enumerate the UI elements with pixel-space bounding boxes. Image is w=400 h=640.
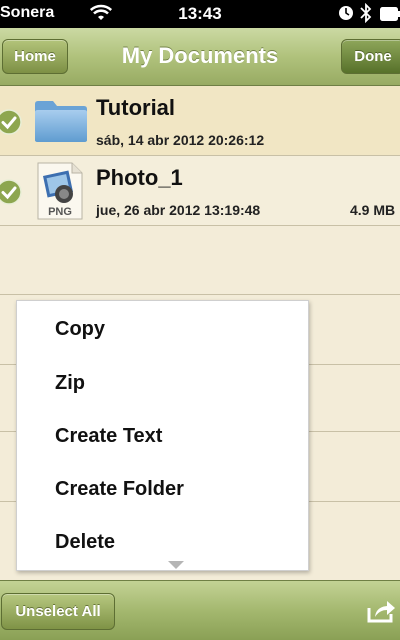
png-file-icon: PNG (37, 162, 83, 220)
unselect-all-button[interactable]: Unselect All (1, 593, 115, 630)
file-date: sáb, 14 abr 2012 20:26:12 (96, 132, 265, 148)
checkmark-icon[interactable] (0, 109, 22, 135)
action-menu: Copy Zip Create Text Create Folder Delet… (16, 300, 309, 571)
file-name: Tutorial (96, 95, 176, 120)
menu-item-zip[interactable]: Zip (17, 357, 308, 410)
battery-icon (380, 7, 400, 21)
file-size: 4.9 MB (350, 202, 396, 218)
file-date: jue, 26 abr 2012 13:19:48 (96, 202, 261, 218)
file-name: Photo_1 (96, 165, 183, 190)
alarm-icon (339, 6, 353, 20)
file-row-photo[interactable]: PNG Photo_1 jue, 26 abr 2012 13:19:48 4.… (0, 156, 400, 226)
menu-item-copy[interactable]: Copy (17, 303, 308, 356)
bluetooth-icon (360, 3, 372, 23)
menu-item-create-folder[interactable]: Create Folder (17, 463, 308, 516)
folder-icon (35, 101, 87, 142)
menu-item-create-text[interactable]: Create Text (17, 410, 308, 463)
done-button[interactable]: Done (341, 39, 400, 74)
page-title: My Documents (121, 43, 279, 68)
file-row-tutorial[interactable]: Tutorial sáb, 14 abr 2012 20:26:12 (0, 86, 400, 156)
png-badge: PNG (48, 206, 72, 218)
status-bar: Sonera 13:43 (0, 0, 400, 28)
share-icon[interactable] (366, 598, 396, 624)
checkmark-icon[interactable] (0, 179, 22, 205)
navigation-bar: Home My Documents Done (0, 28, 400, 86)
list-divider (0, 294, 400, 295)
bottom-toolbar: Unselect All (0, 580, 400, 640)
menu-item-delete[interactable]: Delete (17, 516, 308, 569)
scroll-down-arrow-icon[interactable] (167, 560, 185, 570)
